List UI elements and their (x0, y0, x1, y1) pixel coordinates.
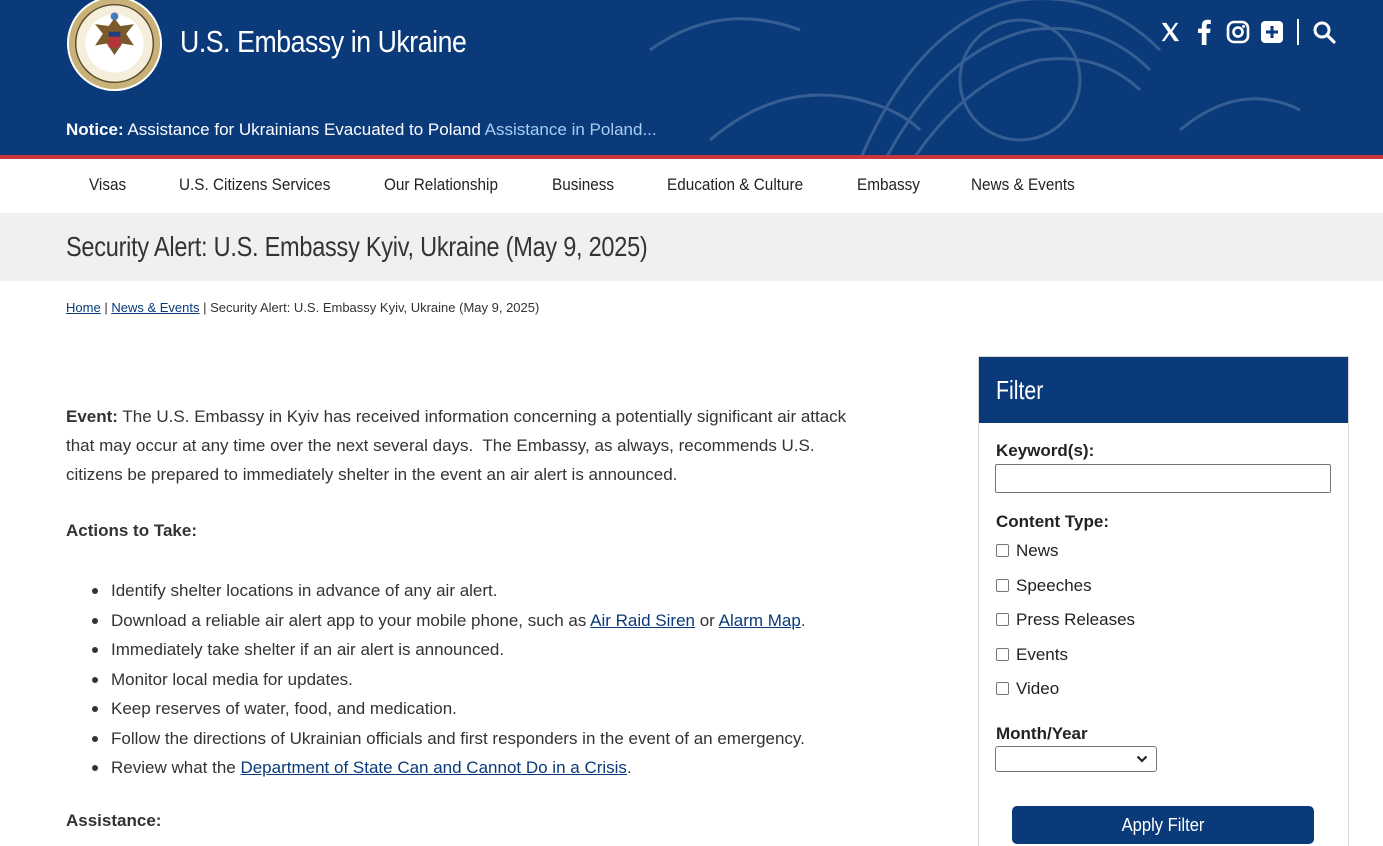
alarm-map-link[interactable]: Alarm Map (719, 611, 801, 630)
breadcrumb-news-events[interactable]: News & Events (111, 300, 199, 315)
checkbox-label: News (1016, 541, 1059, 560)
list-item: Immediately take shelter if an air alert… (92, 635, 932, 665)
site-title[interactable]: U.S. Embassy in Ukraine (180, 24, 467, 60)
main-nav: Visas U.S. Citizens Services Our Relatio… (0, 159, 1383, 213)
social-links (1157, 18, 1337, 46)
list-item-text: Download a reliable air alert app to you… (111, 610, 591, 630)
facebook-icon[interactable] (1191, 18, 1217, 46)
notice-text: Assistance for Ukrainians Evacuated to P… (127, 120, 481, 139)
nav-item-citizens-services[interactable]: U.S. Citizens Services (179, 175, 330, 195)
list-item-text: or (695, 610, 719, 630)
event-label: Event: (66, 407, 118, 426)
content-type-events[interactable]: Events (996, 645, 1068, 665)
notice-link[interactable]: Assistance in Poland... (485, 120, 657, 139)
checkbox-label: Speeches (1016, 576, 1092, 595)
content-type-video[interactable]: Video (996, 679, 1059, 699)
breadcrumb-separator: | (203, 300, 207, 315)
content-type-news[interactable]: News (996, 541, 1059, 561)
article-event-paragraph: Event: The U.S. Embassy in Kyiv has rece… (66, 402, 926, 489)
list-item: Monitor local media for updates. (92, 665, 932, 695)
dos-crisis-link[interactable]: Department of State Can and Cannot Do in… (240, 758, 626, 777)
list-item: Review what the Department of State Can … (92, 753, 932, 783)
list-item-text: Identify shelter locations in advance of… (111, 581, 498, 600)
month-year-label: Month/Year (996, 724, 1088, 743)
nav-item-visas[interactable]: Visas (89, 175, 126, 195)
social-divider (1297, 19, 1299, 45)
checkbox-label: Events (1016, 645, 1068, 664)
breadcrumb: Home | News & Events | Security Alert: U… (66, 300, 539, 315)
list-item-text: Keep reserves of water, food, and medica… (111, 699, 457, 718)
list-item: Identify shelter locations in advance of… (92, 576, 932, 606)
video-checkbox[interactable] (996, 681, 1009, 695)
list-item: Download a reliable air alert app to you… (92, 606, 932, 636)
keyword-input[interactable] (995, 464, 1331, 493)
list-item: Keep reserves of water, food, and medica… (92, 694, 932, 724)
list-item-text: Review what the (111, 758, 241, 777)
breadcrumb-current: Security Alert: U.S. Embassy Kyiv, Ukrai… (210, 300, 540, 315)
checkbox-label: Video (1016, 679, 1060, 698)
list-item-text: . (626, 758, 632, 777)
content-type-label: Content Type: (996, 512, 1110, 531)
title-band: Security Alert: U.S. Embassy Kyiv, Ukrai… (0, 213, 1383, 281)
nav-item-education-culture[interactable]: Education & Culture (667, 175, 803, 195)
apply-filter-label: Apply Filter (1121, 814, 1205, 835)
department-of-state-seal (66, 0, 163, 92)
nav-item-business[interactable]: Business (552, 175, 614, 195)
page-title: Security Alert: U.S. Embassy Kyiv, Ukrai… (66, 231, 648, 262)
filter-panel: Filter Keyword(s): Content Type: News Sp… (978, 356, 1349, 846)
nav-item-news-events[interactable]: News & Events (971, 175, 1075, 195)
keyword-label: Keyword(s): (996, 441, 1095, 460)
actions-list: Identify shelter locations in advance of… (92, 576, 932, 783)
search-icon[interactable] (1311, 18, 1337, 46)
news-checkbox[interactable] (996, 543, 1009, 557)
event-text-line1: The U.S. Embassy in Kyiv has received in… (122, 407, 847, 426)
events-checkbox[interactable] (996, 647, 1009, 661)
actions-heading: Actions to Take: (66, 521, 197, 540)
list-item-text: Immediately take shelter if an air alert… (111, 640, 505, 659)
filter-title: Filter (996, 375, 1044, 405)
breadcrumb-home[interactable]: Home (66, 300, 101, 315)
nav-item-embassy[interactable]: Embassy (857, 175, 920, 195)
apply-filter-button[interactable]: Apply Filter (1012, 806, 1314, 844)
chevron-down-icon (1136, 755, 1148, 763)
press-releases-checkbox[interactable] (996, 612, 1009, 626)
checkbox-label: Press Releases (1016, 610, 1136, 629)
breadcrumb-separator: | (104, 300, 108, 315)
content-type-speeches[interactable]: Speeches (996, 576, 1092, 596)
list-item: Follow the directions of Ukrainian offic… (92, 724, 932, 754)
air-raid-siren-link[interactable]: Air Raid Siren (590, 611, 695, 630)
event-text-line3: citizens be prepared to immediately shel… (66, 465, 678, 484)
site-header: U.S. Embassy in Ukraine Notice: Assistan… (0, 0, 1383, 155)
notice-label: Notice: (66, 120, 124, 139)
event-text-line2: that may occur at any time over the next… (66, 436, 815, 455)
nav-item-our-relationship[interactable]: Our Relationship (384, 175, 498, 195)
list-item-text: . (800, 610, 806, 630)
instagram-icon[interactable] (1225, 18, 1251, 46)
list-item-text: Follow the directions of Ukrainian offic… (111, 728, 805, 748)
month-year-select[interactable] (995, 746, 1157, 772)
x-icon[interactable] (1157, 18, 1183, 46)
content-type-press-releases[interactable]: Press Releases (996, 610, 1135, 630)
speeches-checkbox[interactable] (996, 578, 1009, 592)
assistance-heading: Assistance: (66, 811, 162, 830)
filter-header: Filter (979, 357, 1348, 423)
notice-bar: Notice: Assistance for Ukrainians Evacua… (66, 120, 657, 140)
flickr-icon[interactable] (1259, 18, 1285, 46)
list-item-text: Monitor local media for updates. (111, 669, 353, 689)
